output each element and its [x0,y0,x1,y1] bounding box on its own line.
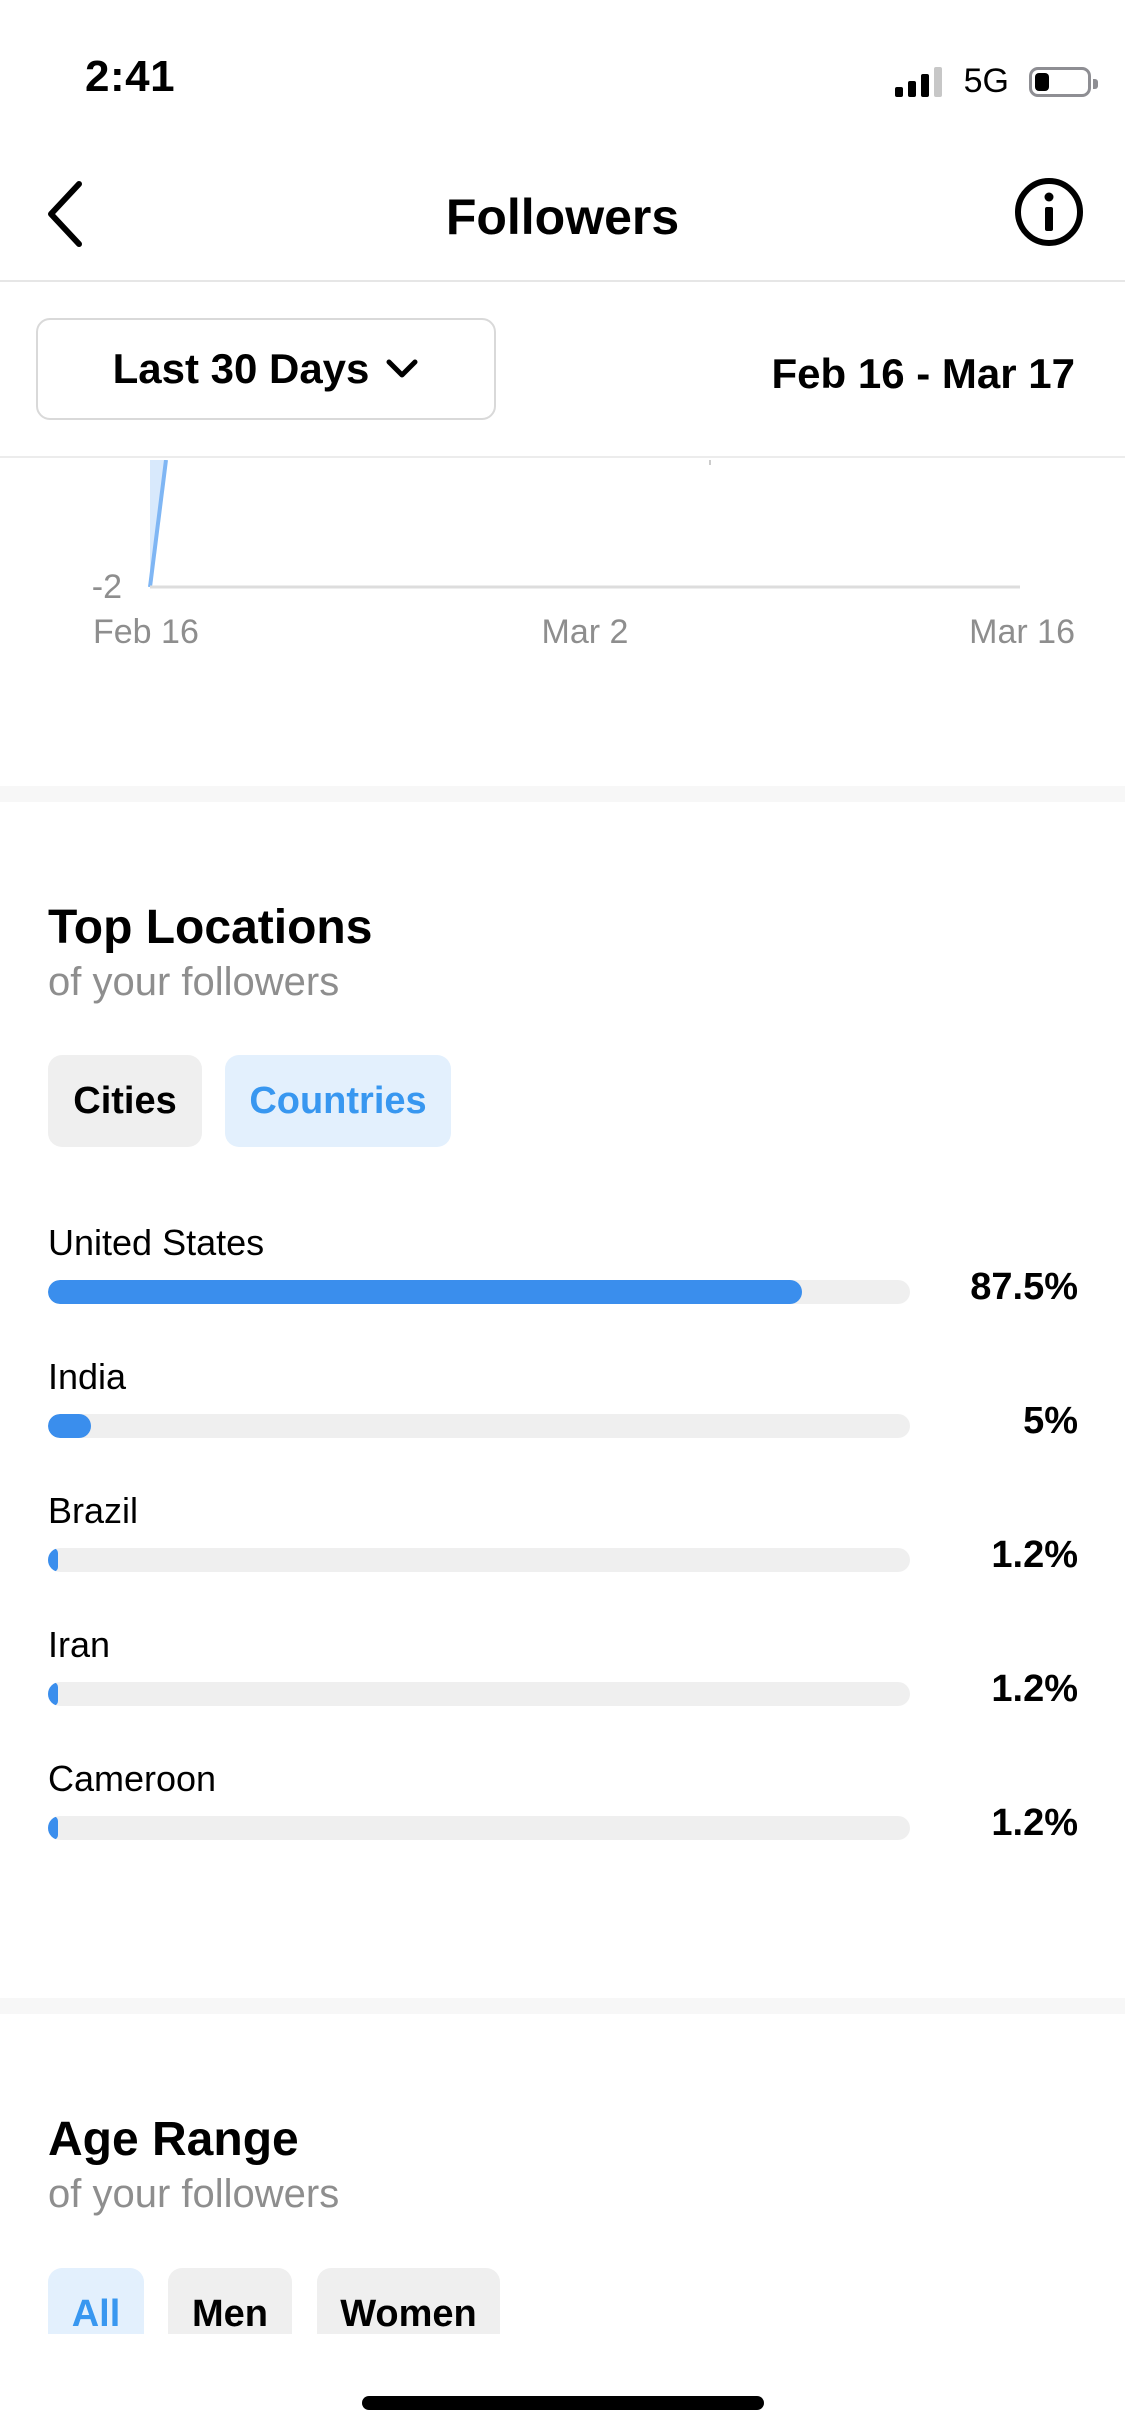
location-name: India [48,1356,127,1397]
location-percentage: 87.5% [970,1266,1078,1308]
info-button[interactable] [1013,176,1085,248]
tab-all[interactable]: All [48,2268,144,2334]
x-tick-label-start: Feb 16 [93,613,199,651]
followers-chart-svg: -2 Feb 16 Mar 2 Mar 16 [92,460,1075,651]
page-title: Followers [445,189,680,245]
home-indicator[interactable] [362,2396,764,2410]
location-row: Iran 1.2% [48,1624,1078,1744]
tab-women[interactable]: Women [317,2268,500,2334]
location-bar-fill [48,1682,59,1706]
chevron-down-icon [386,359,418,378]
filter-bar: Last 30 Days Feb 16 - Mar 17 [0,282,1125,458]
status-bar: 2:41 5G [0,0,1125,140]
network-type: 5G [963,62,1009,100]
cellular-signal-icon [894,66,942,97]
location-row: Brazil 1.2% [48,1490,1078,1610]
location-name: United States [48,1222,265,1263]
location-bar-fill [48,1414,92,1438]
location-bar-fill [48,1548,59,1572]
location-bar-track [48,1682,910,1706]
x-tick-label-mid: Mar 2 [542,613,629,651]
location-bar-track [48,1816,910,1840]
location-bar-track [48,1548,910,1572]
tab-men[interactable]: Men [168,2268,292,2334]
tab-countries[interactable]: Countries [225,1055,451,1147]
age-range-title: Age Range [48,2113,299,2166]
location-row: United States 87.5% [48,1222,1078,1342]
location-name: Brazil [48,1490,139,1531]
age-range-subtitle: of your followers [48,2172,340,2216]
info-circle-icon [1015,178,1083,246]
followers-insights-screen: 2:41 5G Followers Last 30 Days Feb 16 - … [0,0,1125,2436]
location-bar-track [48,1280,910,1304]
x-tick-label-end: Mar 16 [969,613,1075,651]
battery-icon [1029,66,1098,97]
nav-header: Followers [0,140,1125,282]
location-row: India 5% [48,1356,1078,1476]
location-percentage: 1.2% [991,1668,1078,1710]
location-name: Iran [48,1624,111,1665]
top-locations-title: Top Locations [48,901,373,954]
location-name: Cameroon [48,1758,217,1799]
date-range-text: Feb 16 - Mar 17 [771,350,1075,397]
date-range-dropdown-label: Last 30 Days [112,345,370,392]
followers-chart: -2 Feb 16 Mar 2 Mar 16 [0,460,1125,790]
date-range-dropdown[interactable]: Last 30 Days [36,318,496,420]
location-row: Cameroon 1.2% [48,1758,1078,1878]
location-percentage: 1.2% [991,1802,1078,1844]
top-locations-subtitle: of your followers [48,960,340,1004]
section-divider [0,1998,1125,2014]
location-bar-fill [48,1816,59,1840]
y-tick-label: -2 [92,568,122,606]
location-bar-track [48,1414,910,1438]
location-percentage: 5% [1023,1400,1078,1442]
age-range-tabs: All Men Women [0,2260,1125,2334]
status-indicators: 5G [894,62,1098,101]
status-time: 2:41 [85,52,176,101]
section-divider [0,786,1125,802]
location-percentage: 1.2% [991,1534,1078,1576]
tab-cities[interactable]: Cities [48,1055,202,1147]
location-bar-fill [48,1280,803,1304]
